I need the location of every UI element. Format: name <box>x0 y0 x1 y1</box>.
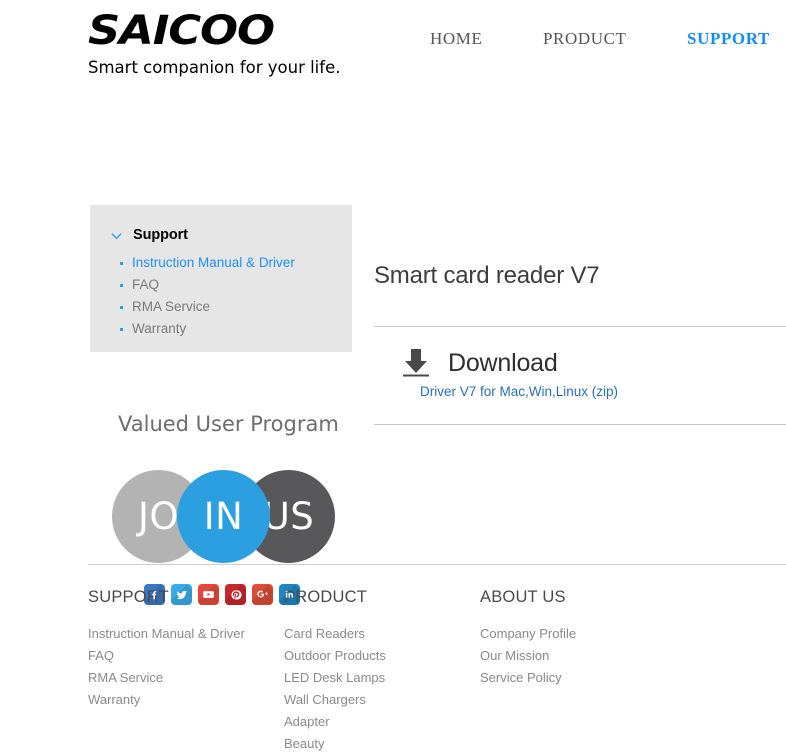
site-header: SAICOO Smart companion for your life. HO… <box>0 0 786 92</box>
footer-column-product: PRODUCT Card Readers Outdoor Products LE… <box>284 588 480 755</box>
footer-list-product: Card Readers Outdoor Products LED Desk L… <box>284 623 480 755</box>
nav-item-support[interactable]: SUPPORT <box>687 29 770 49</box>
nav-item-home[interactable]: HOME <box>430 29 482 49</box>
download-heading-row: Download <box>374 327 786 379</box>
sidebar-header[interactable]: Support <box>90 205 352 243</box>
footer-link-our-mission[interactable]: Our Mission <box>480 645 576 667</box>
footer-link-wall-chargers[interactable]: Wall Chargers <box>284 689 480 711</box>
footer-link-beauty[interactable]: Beauty <box>284 733 480 755</box>
main-content: Smart card reader V7 Download Driver V7 … <box>374 262 786 425</box>
footer-link-company-profile[interactable]: Company Profile <box>480 623 576 645</box>
footer-link-faq[interactable]: FAQ <box>88 645 284 667</box>
footer-column-support: SUPPORT Instruction Manual & Driver FAQ … <box>88 588 284 755</box>
footer-link-adapter[interactable]: Adapter <box>284 711 480 733</box>
page-title: Smart card reader V7 <box>374 262 600 289</box>
footer-link-card-readers[interactable]: Card Readers <box>284 623 480 645</box>
footer-link-outdoor-products[interactable]: Outdoor Products <box>284 645 480 667</box>
support-sidebar: Support Instruction Manual & Driver FAQ … <box>90 205 352 352</box>
sidebar-item-instruction-manual-driver[interactable]: Instruction Manual & Driver <box>120 252 352 274</box>
join-circle-in: IN <box>177 470 270 563</box>
youtube-icon[interactable] <box>198 584 219 605</box>
footer-link-service-policy[interactable]: Service Policy <box>480 667 576 689</box>
footer-heading-product: PRODUCT <box>284 588 367 606</box>
footer-link-rma-service[interactable]: RMA Service <box>88 667 284 689</box>
sidebar-list: Instruction Manual & Driver FAQ RMA Serv… <box>90 252 352 340</box>
nav-item-product[interactable]: PRODUCT <box>543 29 627 49</box>
download-label: Download <box>448 348 558 377</box>
sidebar-item-faq[interactable]: FAQ <box>120 274 352 296</box>
footer-list-about-us: Company Profile Our Mission Service Poli… <box>480 623 576 689</box>
logo-wordmark: SAICOO <box>88 8 275 54</box>
footer-link-instruction-manual-driver[interactable]: Instruction Manual & Driver <box>88 623 284 645</box>
site-logo[interactable]: SAICOO Smart companion for your life. <box>88 10 341 78</box>
sidebar-item-rma-service[interactable]: RMA Service <box>120 296 352 318</box>
valued-user-program-title: Valued User Program <box>118 412 339 436</box>
content-divider-bottom <box>374 424 786 425</box>
main-navigation: HOME PRODUCT SUPPORT <box>430 29 770 49</box>
page-body: Support Instruction Manual & Driver FAQ … <box>0 92 786 605</box>
footer-column-about-us: ABOUT US Company Profile Our Mission Ser… <box>480 588 576 755</box>
footer-heading-about-us: ABOUT US <box>480 588 566 606</box>
driver-download-link[interactable]: Driver V7 for Mac,Win,Linux (zip) <box>420 384 618 399</box>
footer-link-led-desk-lamps[interactable]: LED Desk Lamps <box>284 667 480 689</box>
footer-list-support: Instruction Manual & Driver FAQ RMA Serv… <box>88 623 284 711</box>
logo-tagline: Smart companion for your life. <box>88 58 341 77</box>
download-icon <box>399 347 433 379</box>
googleplus-icon[interactable] <box>252 584 273 605</box>
join-us-graphic: JO US IN <box>112 470 335 564</box>
sidebar-item-warranty[interactable]: Warranty <box>120 318 352 340</box>
chevron-down-icon <box>109 228 124 243</box>
site-footer: SUPPORT Instruction Manual & Driver FAQ … <box>88 588 786 755</box>
footer-link-warranty[interactable]: Warranty <box>88 689 284 711</box>
footer-divider <box>88 564 786 565</box>
sidebar-title: Support <box>133 227 188 243</box>
